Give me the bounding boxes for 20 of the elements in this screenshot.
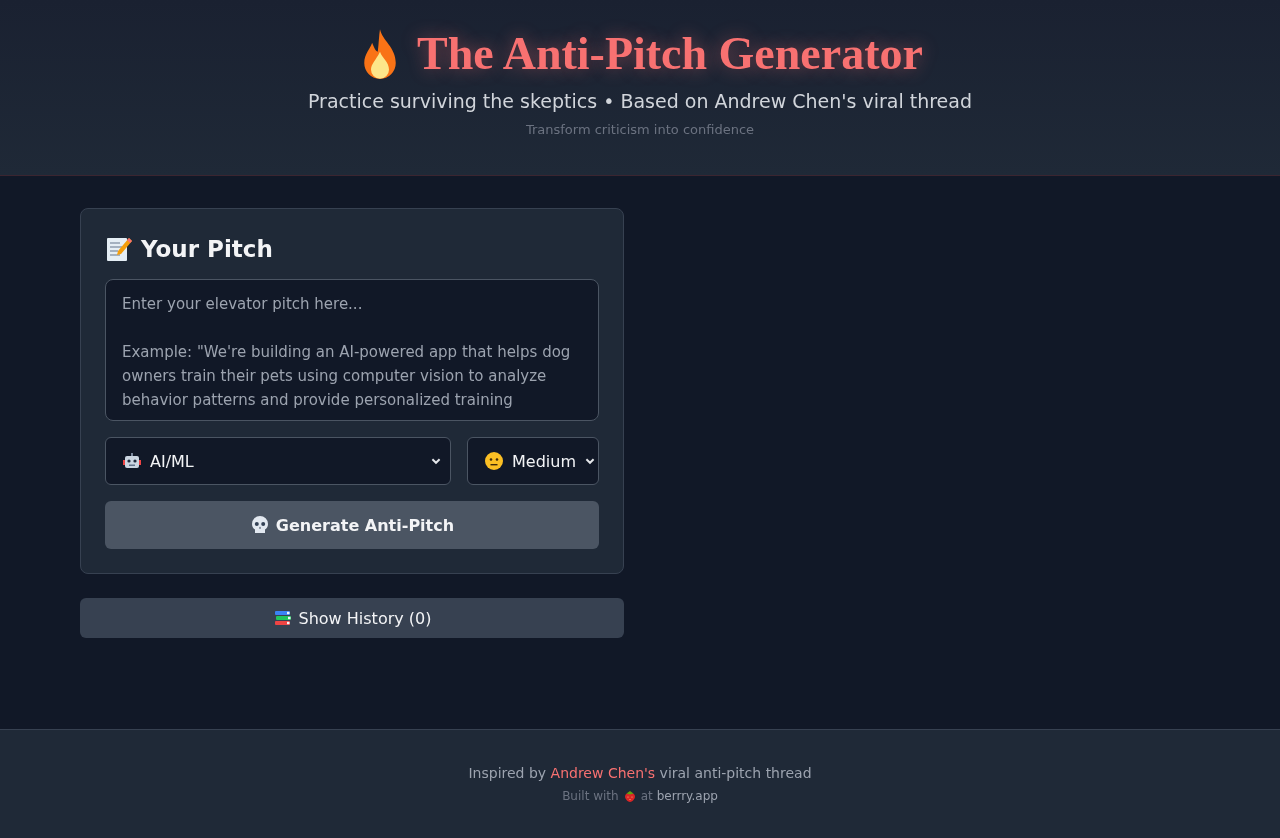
neutral-face-icon bbox=[484, 451, 504, 471]
generate-button[interactable]: Generate Anti-Pitch bbox=[105, 501, 599, 549]
skull-icon bbox=[249, 515, 270, 535]
card-heading: Your Pitch bbox=[141, 235, 273, 264]
robot-icon bbox=[122, 451, 142, 471]
subtitle: Practice surviving the skeptics • Based on Andrew Chen's viral thread bbox=[307, 89, 972, 114]
books-icon bbox=[272, 608, 293, 628]
memo-icon bbox=[105, 235, 133, 263]
pitch-input-field[interactable]: Enter your elevator pitch here... Example: "We're building an AI-powered app that helps dog owners train their pets using computer vision to analyze behavior patterns and provide personalized training bbox=[105, 279, 599, 421]
difficulty-select[interactable]: Medium bbox=[467, 437, 599, 485]
at-text: at bbox=[640, 789, 653, 803]
category-select[interactable]: AI/ML bbox=[105, 437, 451, 485]
credit-text: Inspired by Andrew Chen's viral anti-pitch thread bbox=[468, 764, 812, 783]
site-link[interactable]: berrry.app bbox=[656, 789, 718, 803]
strawberry-icon bbox=[622, 789, 637, 803]
app-title: The Anti-Pitch Generator bbox=[417, 27, 923, 81]
built-with-text: Built with bbox=[562, 789, 619, 803]
tagline: Transform criticism into confidence bbox=[525, 122, 755, 137]
author-link[interactable]: Andrew Chen's bbox=[550, 765, 656, 781]
show-history-button[interactable]: Show History (0) bbox=[80, 598, 624, 638]
